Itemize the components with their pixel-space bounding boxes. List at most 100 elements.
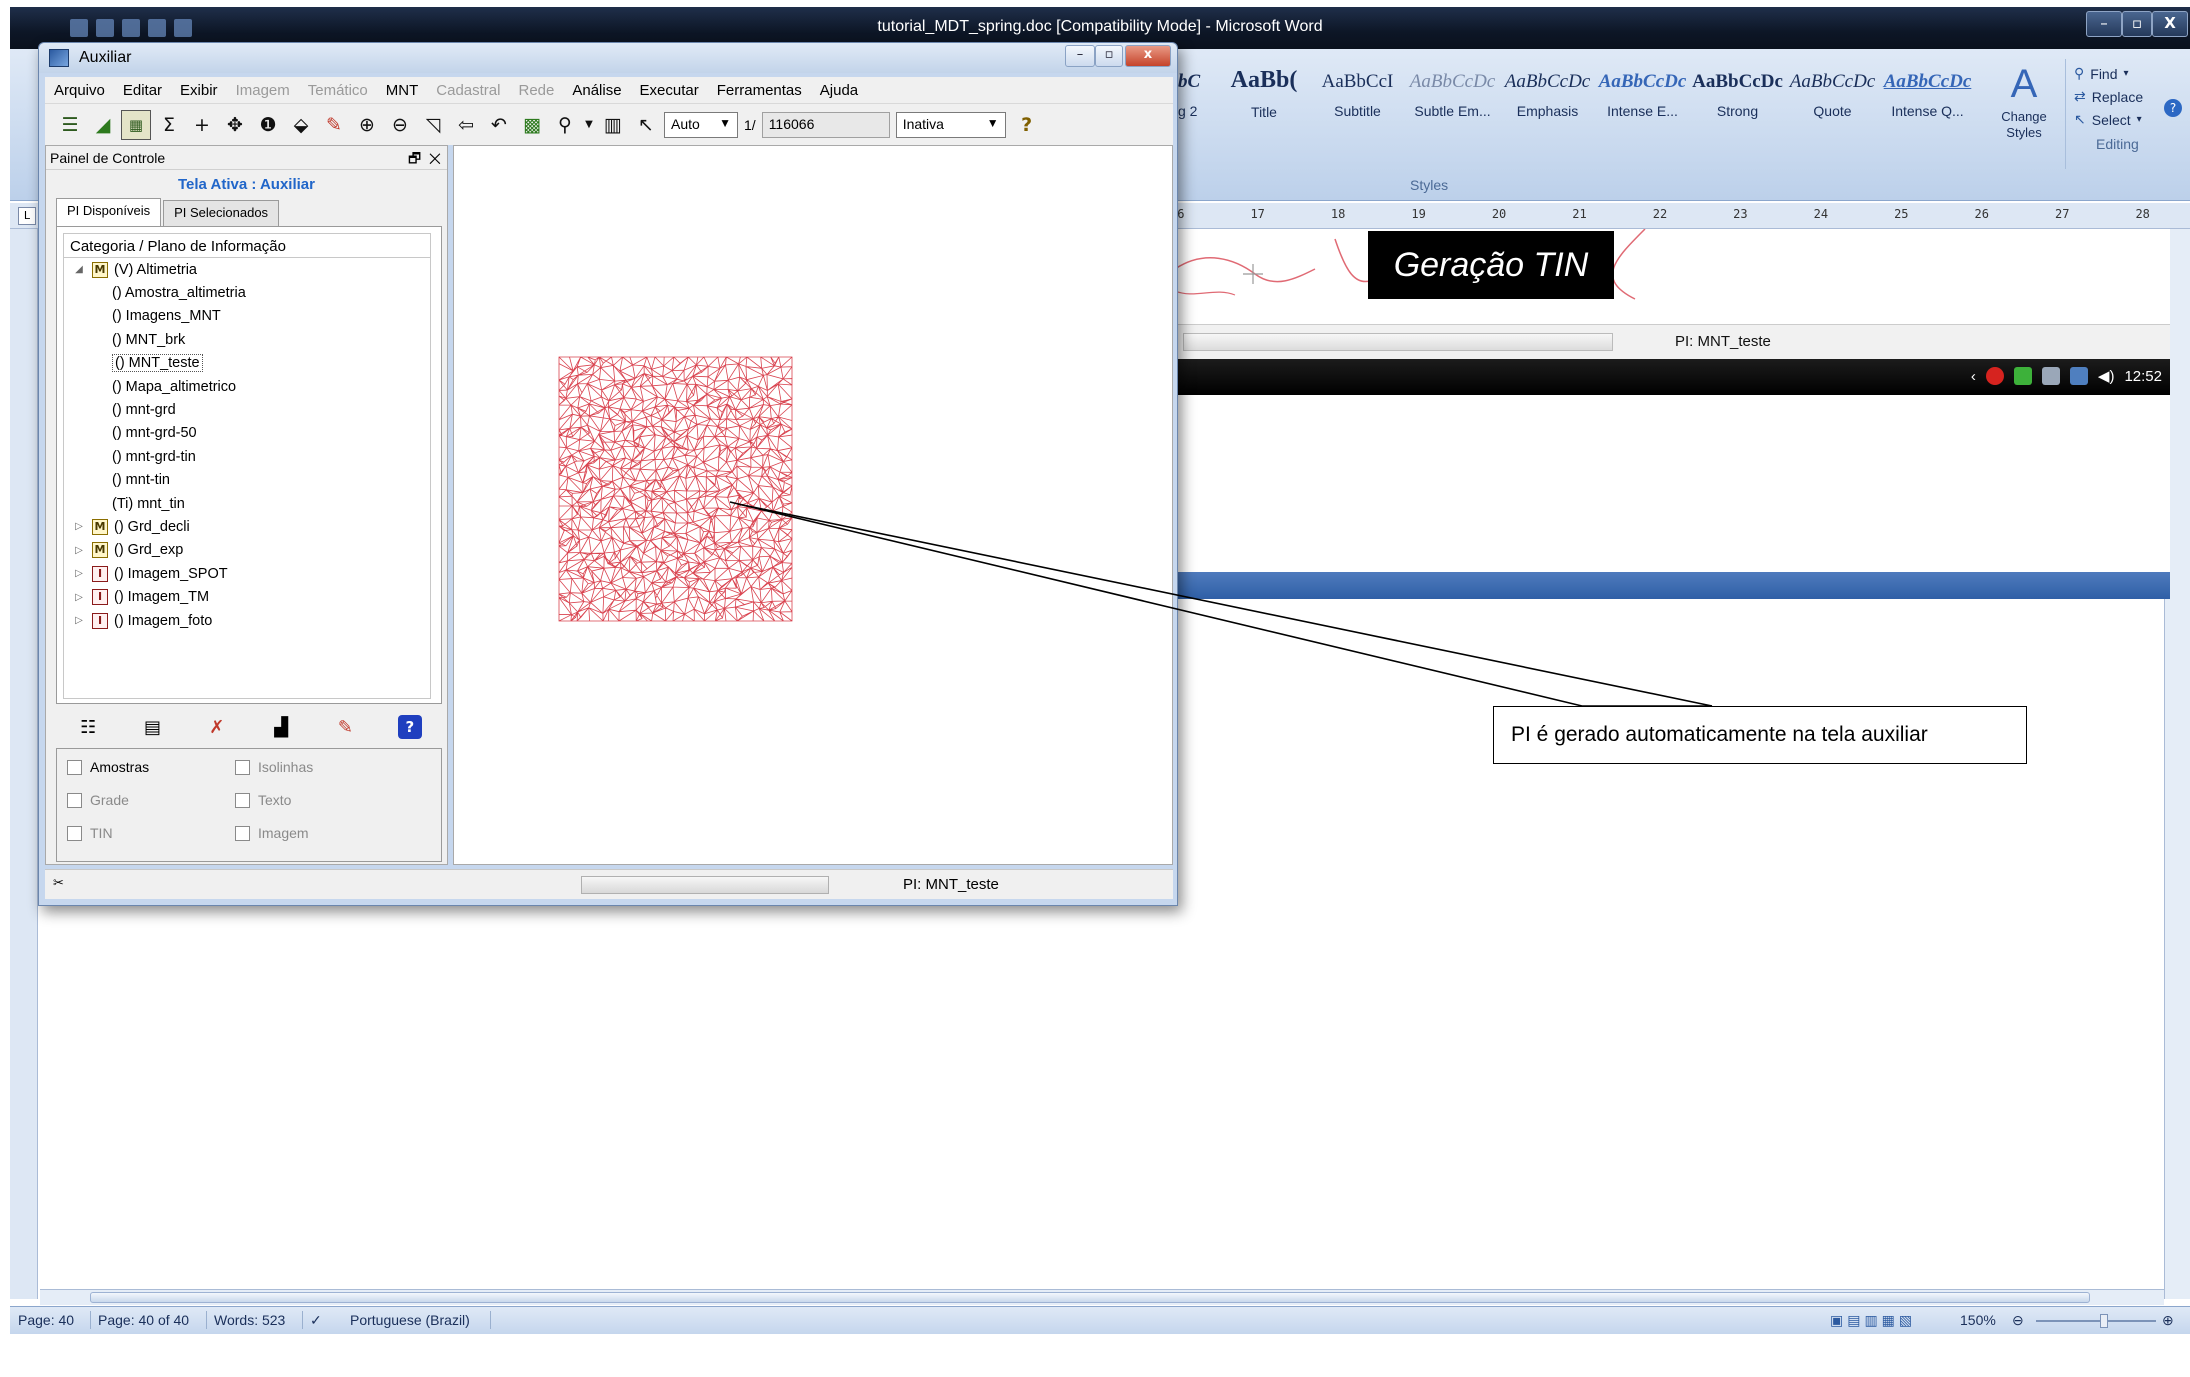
panel-close-icon[interactable]: ✕: [429, 150, 441, 166]
zoom-slider-thumb[interactable]: [2100, 1314, 2108, 1328]
eraser-icon[interactable]: ◢: [88, 110, 118, 140]
style-item[interactable]: AaBb(Title: [1218, 59, 1310, 131]
style-item[interactable]: AaBbCcDc Subtle Em...: [1405, 59, 1500, 131]
expand-icon[interactable]: ▷: [72, 545, 86, 556]
tree-item[interactable]: () mnt-grd-tin: [64, 445, 430, 468]
find-button[interactable]: ⚲ Find ▾: [2074, 65, 2175, 82]
menu-item[interactable]: Executar: [631, 82, 708, 99]
menu-item[interactable]: Editar: [114, 82, 171, 99]
minimize-button[interactable]: –: [2086, 11, 2122, 37]
style-item[interactable]: AaBbCcDc Intense E...: [1595, 59, 1690, 131]
state-select[interactable]: Inativa ▼: [895, 111, 1006, 138]
option-checkbox[interactable]: Isolinhas: [235, 759, 313, 775]
select-button[interactable]: ↖ Select ▾: [2074, 111, 2175, 128]
style-item[interactable]: bC g 2: [1178, 59, 1218, 131]
style-item[interactable]: AaBbCcDc Emphasis: [1500, 59, 1595, 131]
delete-icon[interactable]: ✗: [205, 715, 229, 739]
info-icon[interactable]: ❶: [253, 110, 283, 140]
style-item[interactable]: AaBbCcDc Intense Q...: [1880, 59, 1975, 131]
checkbox-box[interactable]: [67, 759, 82, 775]
list-view-icon[interactable]: ☷: [76, 715, 100, 739]
menu-item[interactable]: Análise: [563, 82, 630, 99]
page-count[interactable]: Page: 40 of 40: [98, 1312, 189, 1328]
tree-item[interactable]: () MNT_teste: [64, 352, 430, 375]
word-count[interactable]: Words: 523: [214, 1312, 285, 1328]
checkbox-box[interactable]: [235, 825, 250, 841]
pencil-icon[interactable]: ✎: [333, 715, 357, 739]
tab-selector-icon[interactable]: L: [18, 207, 36, 225]
plus-icon[interactable]: +: [187, 110, 217, 140]
language-indicator[interactable]: Portuguese (Brazil): [350, 1312, 470, 1328]
checkbox-box[interactable]: [235, 759, 250, 775]
restore-icon[interactable]: 🗗: [408, 150, 421, 166]
tree-item[interactable]: () Amostra_altimetria: [64, 281, 430, 304]
pointer-icon[interactable]: ↖: [631, 110, 661, 140]
aux-minimize-button[interactable]: –: [1065, 45, 1095, 67]
draw-icon[interactable]: ▦: [121, 109, 151, 140]
checkbox-box[interactable]: [235, 792, 250, 808]
menu-item[interactable]: Cadastral: [427, 82, 509, 99]
scale-mode-select[interactable]: Auto ▼: [664, 111, 738, 138]
zoom-area-icon[interactable]: ◹: [418, 110, 448, 140]
expand-icon[interactable]: ▷: [72, 615, 86, 626]
edit-pencil-icon[interactable]: ✎: [319, 110, 349, 140]
tag-icon[interactable]: ⬙: [286, 110, 316, 140]
chart-icon[interactable]: ▟: [269, 715, 293, 739]
replace-button[interactable]: ⇄ Replace: [2074, 88, 2175, 105]
expand-icon[interactable]: ▷: [72, 592, 86, 603]
undo-arrow-icon[interactable]: ↶: [484, 110, 514, 140]
tree-item[interactable]: () mnt-grd-50: [64, 422, 430, 445]
page-indicator[interactable]: Page: 40: [18, 1312, 74, 1328]
tree-category[interactable]: ▷ M () Grd_decli: [64, 515, 430, 538]
map-icon[interactable]: ▩: [517, 110, 547, 140]
format-icon[interactable]: [174, 19, 192, 37]
previous-view-icon[interactable]: ⇦: [451, 110, 481, 140]
menu-item[interactable]: Ferramentas: [708, 82, 811, 99]
save-icon[interactable]: [70, 19, 88, 37]
menu-item[interactable]: Temático: [299, 82, 377, 99]
view-buttons[interactable]: ▣▤▥▦▧: [1830, 1312, 1916, 1329]
collapse-icon[interactable]: ◢: [72, 264, 86, 275]
style-item[interactable]: AaBbCcDc Quote: [1785, 59, 1880, 131]
aux-close-button[interactable]: x: [1125, 45, 1171, 67]
zoom-level[interactable]: 150%: [1960, 1312, 1996, 1328]
zoom-out-icon[interactable]: ⊖: [2012, 1312, 2024, 1329]
tree-category[interactable]: ◢ M (V) Altimetria: [64, 258, 430, 281]
option-checkbox[interactable]: TIN: [67, 825, 113, 841]
redo-icon[interactable]: [122, 19, 140, 37]
tree-item[interactable]: () MNT_brk: [64, 328, 430, 351]
zoom-out-tool-icon[interactable]: ⊖: [385, 110, 415, 140]
menu-item[interactable]: Exibir: [171, 82, 227, 99]
measure-icon[interactable]: ▥: [598, 110, 628, 140]
expand-icon[interactable]: ▷: [72, 568, 86, 579]
horizontal-scrollbar[interactable]: [40, 1289, 2164, 1305]
style-item[interactable]: AaBbCcDc Strong: [1690, 59, 1785, 131]
magnifier-dropdown-icon[interactable]: ⚲: [550, 110, 580, 140]
horizontal-scroll-thumb[interactable]: [90, 1292, 2090, 1303]
tree-category[interactable]: ▷ M () Grd_exp: [64, 539, 430, 562]
tab-pi-disponiveis[interactable]: PI Disponíveis: [56, 198, 162, 226]
tree-item[interactable]: () Imagens_MNT: [64, 305, 430, 328]
option-checkbox[interactable]: Amostras: [67, 759, 149, 775]
list-icon[interactable]: [148, 19, 166, 37]
checkbox-box[interactable]: [67, 825, 82, 841]
zoom-in-icon[interactable]: ⊕: [2162, 1312, 2174, 1329]
pan-icon[interactable]: ✥: [220, 110, 250, 140]
tree-item[interactable]: (Ti) mnt_tin: [64, 492, 430, 515]
tab-pi-selecionados[interactable]: PI Selecionados: [163, 200, 280, 226]
close-button[interactable]: X: [2152, 11, 2188, 37]
style-item[interactable]: AaBbCcI Subtitle: [1310, 59, 1405, 131]
properties-icon[interactable]: ▤: [140, 715, 164, 739]
tree-category[interactable]: ▷ I () Imagem_foto: [64, 609, 430, 632]
tree-item[interactable]: () mnt-tin: [64, 469, 430, 492]
menu-item[interactable]: Rede: [509, 82, 563, 99]
tree-item[interactable]: () mnt-grd: [64, 398, 430, 421]
scale-input[interactable]: 116066: [761, 111, 890, 138]
menu-item[interactable]: Imagem: [227, 82, 299, 99]
option-checkbox[interactable]: Imagem: [235, 825, 309, 841]
drawing-canvas[interactable]: [453, 145, 1173, 865]
help-question-icon[interactable]: ?: [1012, 110, 1042, 140]
tree-category[interactable]: ▷ I () Imagem_TM: [64, 585, 430, 608]
sum-icon[interactable]: Σ: [154, 110, 184, 140]
tree-category[interactable]: ▷ I () Imagem_SPOT: [64, 562, 430, 585]
